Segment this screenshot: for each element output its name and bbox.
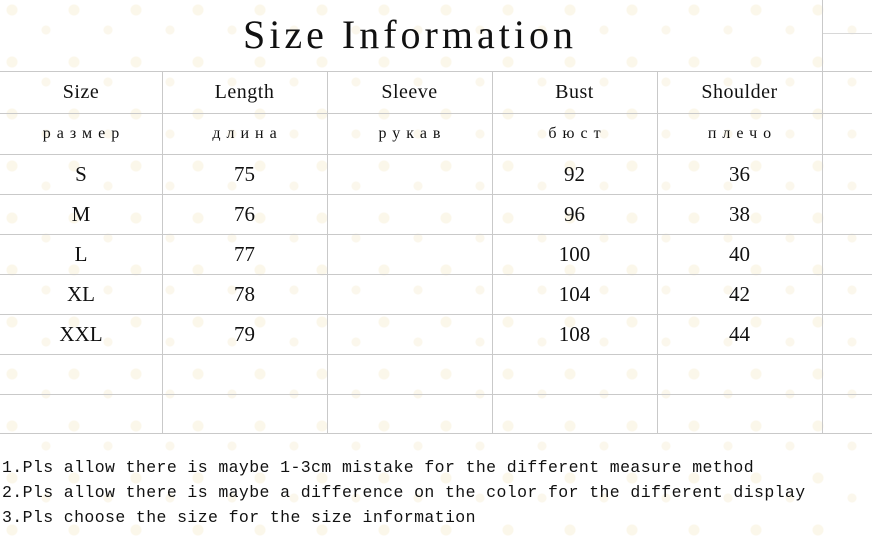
- table-cell-sleeve-5: [327, 354, 492, 394]
- column-header-en-1: Length: [214, 81, 275, 103]
- column-header-en-4: Shoulder: [701, 81, 778, 103]
- table-cell-size-6: [0, 394, 162, 433]
- table-cell-sleeve-4: [327, 314, 492, 354]
- note-2: 2.Pls allow there is maybe a difference …: [2, 483, 806, 502]
- table-cell-shoulder-2: 40: [729, 242, 750, 266]
- table-cell-bust-2: 100: [558, 242, 591, 266]
- table-cell-bust-0: 92: [564, 162, 585, 186]
- size-information-panel: Size Information Size Length Sleeve Bust Sho…: [0, 0, 872, 538]
- table-cell-length-3: 78: [234, 282, 255, 306]
- column-header-en-3: Bust: [555, 81, 594, 103]
- column-header-ru-0: размер: [42, 125, 126, 142]
- notes-list: 1.Pls allow there is maybe 1-3cm mistake…: [2, 455, 872, 530]
- table-cell-shoulder-6: [657, 394, 822, 433]
- table-cell-bust-1: 96: [564, 202, 585, 226]
- table-cell-shoulder-0: 36: [729, 162, 750, 186]
- table-cell-bust-3: 104: [558, 282, 591, 306]
- table-cell-length-2: 77: [234, 242, 255, 266]
- table-cell-size-1: M: [71, 202, 91, 226]
- column-header-en-0: Size: [62, 81, 100, 103]
- table-cell-length-1: 76: [234, 202, 255, 226]
- table-cell-sleeve-3: [327, 274, 492, 314]
- table-cell-size-2: L: [74, 242, 88, 266]
- table-row-divider-9: [0, 433, 872, 434]
- column-header-ru-3: бюст: [548, 125, 607, 142]
- table-cell-length-5: [162, 354, 327, 394]
- table-cell-shoulder-3: 42: [729, 282, 750, 306]
- table-cell-length-4: 79: [234, 322, 255, 346]
- page-title: Size Information: [243, 12, 577, 57]
- table-cell-size-5: [0, 354, 162, 394]
- table-cell-sleeve-1: [327, 194, 492, 234]
- table-cell-bust-5: [492, 354, 657, 394]
- table-cell-length-6: [162, 394, 327, 433]
- table-column-divider-5: [822, 0, 823, 433]
- note-1: 1.Pls allow there is maybe 1-3cm mistake…: [2, 458, 755, 477]
- table-cell-shoulder-1: 38: [729, 202, 750, 226]
- table-cell-shoulder-4: 44: [729, 322, 750, 346]
- table-cell-size-3: XL: [67, 282, 95, 306]
- column-header-en-2: Sleeve: [381, 81, 438, 103]
- table-cell-bust-6: [492, 394, 657, 433]
- table-cell-sleeve-0: [327, 154, 492, 194]
- column-header-ru-4: плечо: [707, 125, 778, 142]
- note-3: 3.Pls choose the size for the size infor…: [2, 508, 476, 527]
- column-header-ru-2: рукав: [378, 125, 447, 142]
- table-cell-size-4: XXL: [59, 322, 103, 346]
- table-cell-sleeve-6: [327, 394, 492, 433]
- top-right-divider: [822, 33, 872, 34]
- table-cell-length-0: 75: [234, 162, 255, 186]
- table-cell-size-0: S: [75, 162, 87, 186]
- table-cell-sleeve-2: [327, 234, 492, 274]
- table-cell-shoulder-5: [657, 354, 822, 394]
- table-cell-bust-4: 108: [558, 322, 591, 346]
- column-header-ru-1: длина: [212, 125, 283, 142]
